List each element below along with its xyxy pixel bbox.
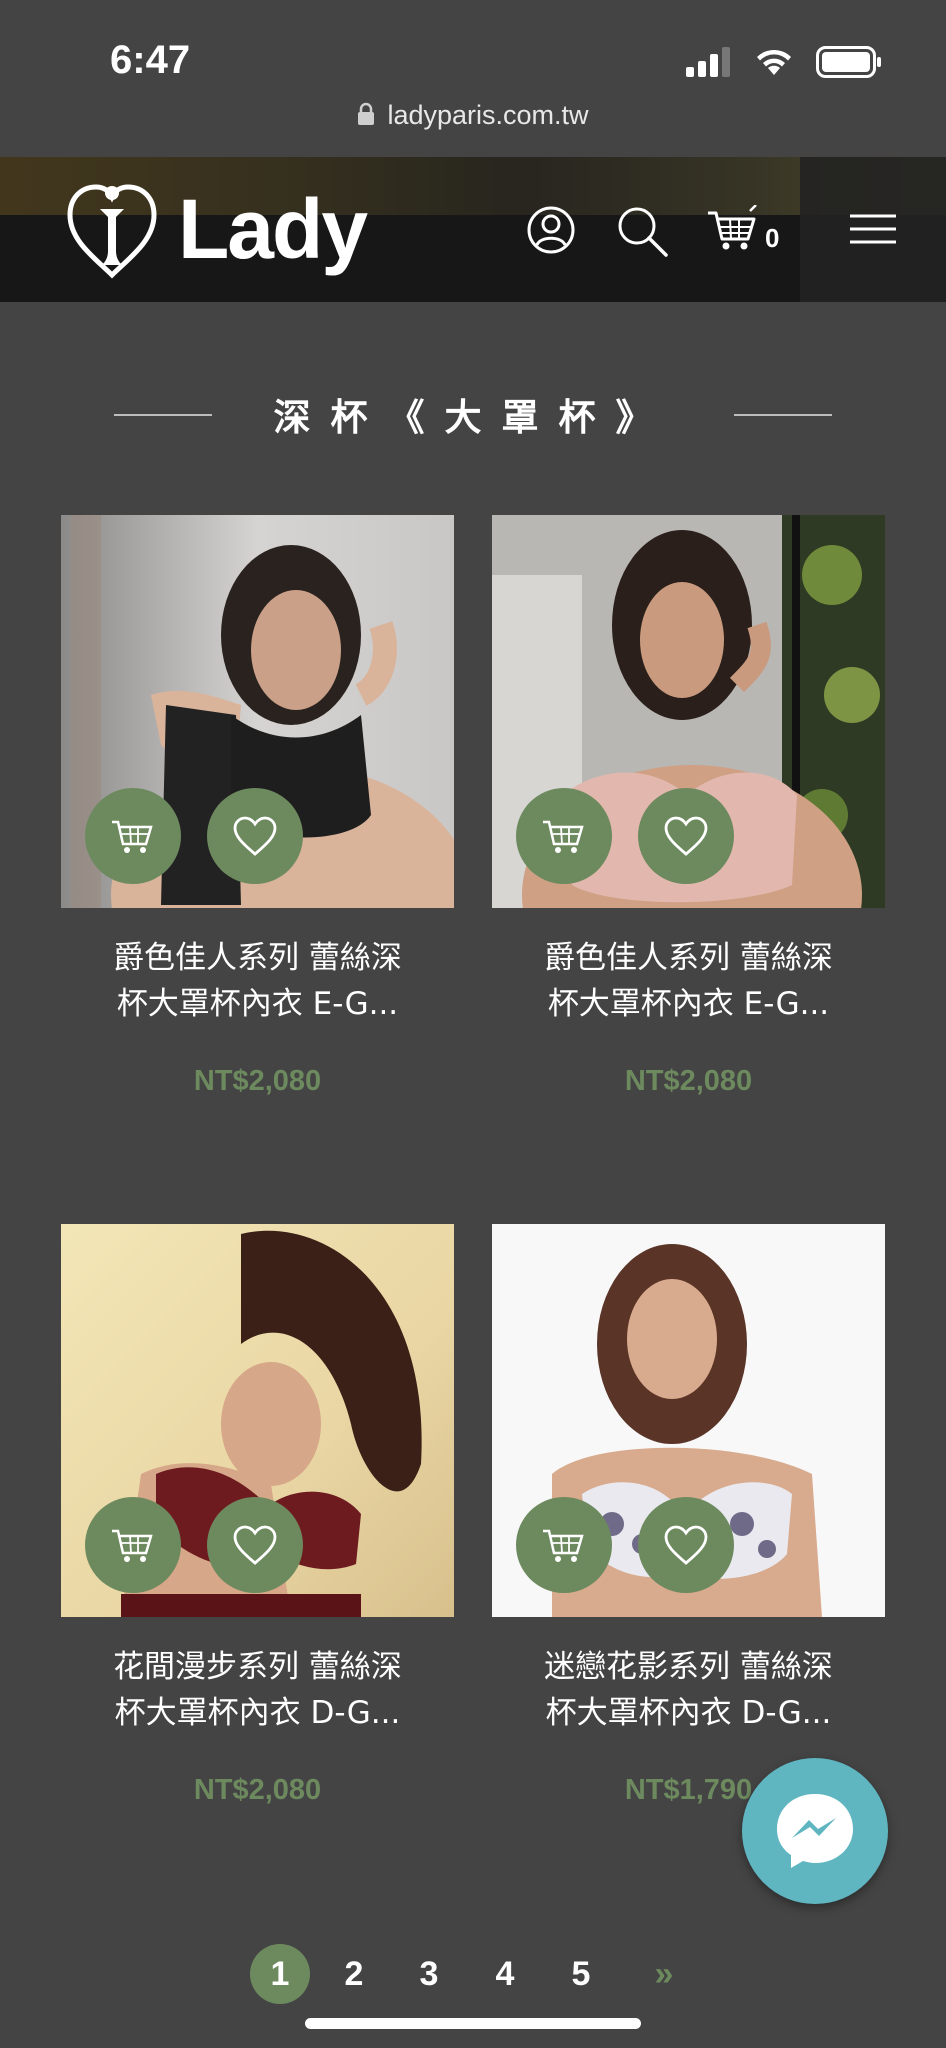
battery-icon	[816, 46, 881, 78]
product-name[interactable]: 爵色佳人系列 蕾絲深 杯大罩杯內衣 E-G...	[492, 935, 885, 1027]
heart-icon	[233, 816, 277, 856]
page-3-button[interactable]: 3	[399, 1944, 459, 2004]
wishlist-button[interactable]	[638, 788, 734, 884]
status-icons	[686, 46, 882, 78]
heart-icon	[664, 1525, 708, 1565]
add-to-cart-button[interactable]	[516, 788, 612, 884]
page-4-button[interactable]: 4	[475, 1944, 535, 2004]
product-price: NT$2,080	[624, 1065, 753, 1097]
cart-icon[interactable]	[706, 205, 758, 253]
menu-icon[interactable]	[848, 213, 898, 245]
messenger-chat-button[interactable]	[742, 1758, 888, 1904]
cart-icon	[112, 1529, 153, 1562]
address-bar[interactable]: ladyparis.com.tw	[0, 100, 946, 133]
add-to-cart-button[interactable]	[85, 1497, 181, 1593]
lock-icon	[357, 102, 375, 133]
page-1-button[interactable]: 1	[250, 1944, 310, 2004]
account-icon[interactable]	[526, 205, 576, 255]
product-name[interactable]: 迷戀花影系列 蕾絲深 杯大罩杯內衣 D-G...	[492, 1644, 885, 1736]
cart-icon	[112, 820, 153, 853]
cart-count-badge: 0	[765, 223, 780, 253]
product-name[interactable]: 花間漫步系列 蕾絲深 杯大罩杯內衣 D-G...	[61, 1644, 454, 1736]
url-text: ladyparis.com.tw	[387, 100, 589, 130]
product-price: NT$2,080	[193, 1065, 322, 1097]
cart-icon	[543, 820, 584, 853]
home-indicator	[305, 2018, 641, 2029]
page-5-button[interactable]: 5	[551, 1944, 611, 2004]
cellular-signal-icon	[686, 47, 730, 77]
page-2-button[interactable]: 2	[324, 1944, 384, 2004]
wishlist-button[interactable]	[207, 788, 303, 884]
heart-icon	[233, 1525, 277, 1565]
product-price: NT$2,080	[193, 1774, 322, 1806]
status-time: 6:47	[110, 38, 191, 82]
product-name[interactable]: 爵色佳人系列 蕾絲深 杯大罩杯內衣 E-G...	[61, 935, 454, 1027]
heart-icon	[664, 816, 708, 856]
wifi-icon	[757, 49, 791, 75]
logo-heart-icon	[67, 184, 157, 279]
wishlist-button[interactable]	[638, 1497, 734, 1593]
heading-divider-right	[734, 414, 832, 416]
pagination: 1 2 3 4 5 »	[0, 1944, 946, 2006]
section-heading: 深杯《大罩杯》	[0, 385, 946, 445]
add-to-cart-button[interactable]	[516, 1497, 612, 1593]
search-icon[interactable]	[616, 205, 668, 257]
cart-icon	[543, 1529, 584, 1562]
wishlist-button[interactable]	[207, 1497, 303, 1593]
messenger-icon	[777, 1794, 853, 1868]
status-bar: 6:47	[0, 0, 946, 110]
logo-text: Lady	[178, 182, 368, 276]
site-logo[interactable]: Lady	[66, 179, 368, 279]
add-to-cart-button[interactable]	[85, 788, 181, 884]
next-page-button[interactable]: »	[634, 1944, 694, 2004]
site-header: Lady 0	[0, 157, 946, 302]
